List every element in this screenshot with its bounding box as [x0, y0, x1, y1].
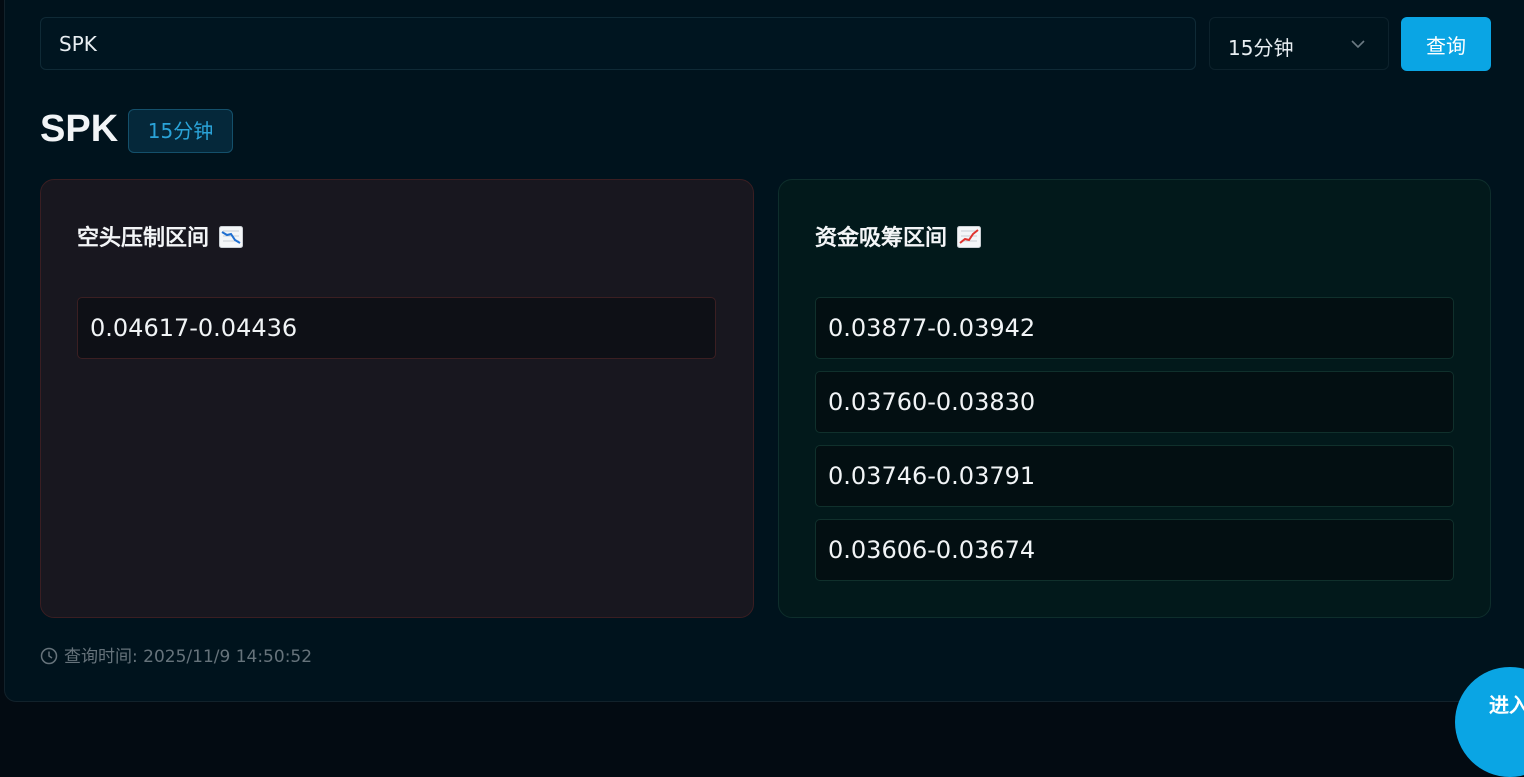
query-time-text: 查询时间: 2025/11/9 14:50:52 — [64, 647, 313, 667]
accumulation-zone-list: 0.03877-0.03942 0.03760-0.03830 0.03746-… — [815, 297, 1454, 593]
accumulation-zone-item: 0.03746-0.03791 — [815, 445, 1454, 507]
chart-decreasing-icon — [219, 226, 244, 248]
query-time: 查询时间: 2025/11/9 14:50:52 — [40, 642, 312, 667]
accumulation-title: 资金吸筹区间 — [815, 220, 982, 252]
symbol-search-input[interactable] — [40, 17, 1196, 70]
accumulation-title-text: 资金吸筹区间 — [815, 226, 948, 251]
query-button[interactable]: 查询 — [1401, 17, 1491, 71]
short-pressure-title-text: 空头压制区间 — [77, 226, 210, 251]
short-pressure-card: 空头压制区间 0.04617-0.04436 — [40, 179, 754, 618]
accumulation-zone-item: 0.03760-0.03830 — [815, 371, 1454, 433]
interval-select[interactable]: 15分钟 — [1209, 17, 1389, 70]
accumulation-zone-item: 0.03877-0.03942 — [815, 297, 1454, 359]
accumulation-card: 资金吸筹区间 0.03877-0.03942 0.03760-0.03830 0… — [778, 179, 1491, 618]
accumulation-zone-item: 0.03606-0.03674 — [815, 519, 1454, 581]
interval-select-value: 15分钟 — [1228, 36, 1294, 60]
clock-icon — [40, 647, 58, 665]
chart-increasing-icon — [957, 226, 982, 248]
chevron-down-icon — [1351, 40, 1365, 49]
short-pressure-title: 空头压制区间 — [77, 220, 244, 252]
symbol-title: SPK — [40, 108, 119, 150]
short-zone-item: 0.04617-0.04436 — [77, 297, 716, 359]
short-zone-list: 0.04617-0.04436 — [77, 297, 716, 371]
interval-badge: 15分钟 — [128, 109, 233, 153]
